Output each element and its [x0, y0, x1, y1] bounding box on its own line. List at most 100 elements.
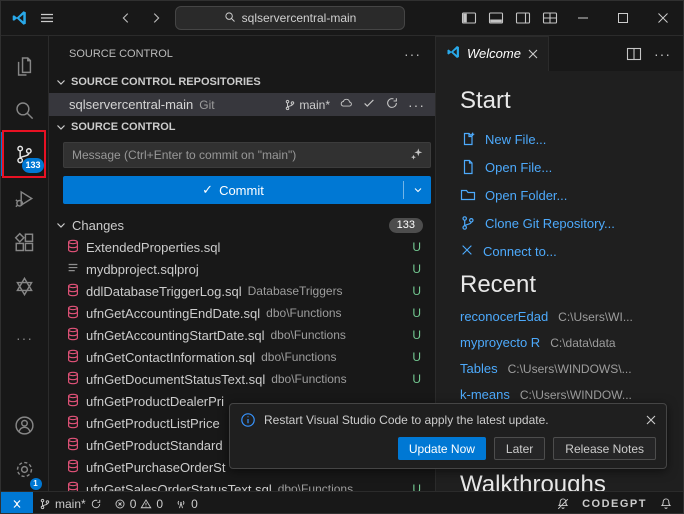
recent-item: Tables C:\Users\WINDOWS\...	[460, 361, 683, 387]
recent-item: myproyecto R C:\data\data	[460, 335, 683, 361]
new-file-link[interactable]: New File...	[460, 125, 683, 153]
activity-bar: 133 ··· 1	[1, 36, 49, 491]
refresh-icon[interactable]	[385, 96, 399, 113]
repos-section-header[interactable]: SOURCE CONTROL REPOSITORIES	[49, 71, 435, 93]
toggle-secondary-sidebar-icon[interactable]	[509, 1, 536, 35]
scm-section-header[interactable]: SOURCE CONTROL	[49, 116, 435, 138]
do-not-disturb-indicator[interactable]	[550, 492, 576, 514]
remote-indicator[interactable]	[1, 492, 33, 514]
file-row[interactable]: ufnGetAccountingStartDate.sql dbo\Functi…	[49, 324, 435, 346]
vscode-logo-icon	[446, 45, 460, 62]
file-row[interactable]: ufnGetDocumentStatusText.sql dbo\Functio…	[49, 368, 435, 390]
commit-message-box	[63, 142, 431, 168]
titlebar-center: sqlservercentral-main	[115, 6, 405, 30]
release-notes-button[interactable]: Release Notes	[553, 437, 656, 460]
toggle-sidebar-icon[interactable]	[455, 1, 482, 35]
database-file-icon	[66, 459, 80, 476]
git-status: U	[412, 306, 421, 320]
branch-indicator[interactable]: main*	[33, 492, 108, 514]
error-icon	[114, 498, 126, 510]
maximize-icon[interactable]	[603, 1, 643, 35]
toggle-panel-icon[interactable]	[482, 1, 509, 35]
split-editor-icon[interactable]	[626, 46, 642, 62]
file-row[interactable]: mydbproject.sqlproj U	[49, 258, 435, 280]
open-folder-link[interactable]: Open Folder...	[460, 181, 683, 209]
repo-branch[interactable]: main*	[284, 98, 330, 112]
connect-to-link[interactable]: Connect to...	[460, 237, 683, 265]
database-file-icon	[66, 371, 80, 388]
notifications-indicator[interactable]	[653, 492, 683, 514]
recent-link[interactable]: myproyecto R	[460, 335, 540, 350]
database-file-icon	[66, 481, 80, 492]
file-row[interactable]: ufnGetAccountingEndDate.sql dbo\Function…	[49, 302, 435, 324]
customize-layout-icon[interactable]	[536, 1, 563, 35]
search-value: sqlservercentral-main	[242, 11, 357, 25]
recent-item: reconocerEdad C:\Users\WI...	[460, 309, 683, 335]
clone-repo-link[interactable]: Clone Git Repository...	[460, 209, 683, 237]
repo-more-icon[interactable]: ···	[408, 98, 425, 112]
scm-badge: 133	[22, 158, 43, 173]
later-button[interactable]: Later	[494, 437, 545, 460]
recent-link[interactable]: reconocerEdad	[460, 309, 548, 324]
commit-check-icon[interactable]	[362, 96, 376, 113]
explorer-icon[interactable]	[1, 44, 49, 88]
chevron-down-icon	[53, 119, 69, 135]
search-view-icon[interactable]	[1, 88, 49, 132]
recent-link[interactable]: k-means	[460, 387, 510, 402]
open-file-link[interactable]: Open File...	[460, 153, 683, 181]
repo-name: sqlservercentral-main	[69, 97, 193, 112]
repository-row[interactable]: sqlservercentral-main Git main*	[49, 93, 435, 116]
source-control-icon[interactable]: 133	[1, 132, 49, 176]
notification-close-icon[interactable]	[646, 413, 656, 428]
commit-dropdown-icon[interactable]	[404, 176, 431, 204]
account-icon[interactable]	[1, 403, 49, 447]
open-folder-icon	[460, 187, 476, 203]
commit-message-input[interactable]	[70, 147, 410, 163]
bell-icon	[659, 497, 673, 511]
more-views-icon[interactable]: ···	[1, 316, 49, 360]
database-file-icon	[66, 415, 80, 432]
ai-extension-icon[interactable]	[1, 264, 49, 308]
minimize-icon[interactable]	[563, 1, 603, 35]
status-bar: main* 0 0 0 CODEGPT	[1, 491, 683, 514]
notification-message: Restart Visual Studio Code to apply the …	[264, 413, 638, 427]
forward-icon[interactable]	[145, 7, 167, 29]
codegpt-indicator[interactable]: CODEGPT	[576, 492, 653, 514]
file-row[interactable]: ddlDatabaseTriggerLog.sql DatabaseTrigge…	[49, 280, 435, 302]
database-file-icon	[66, 239, 80, 256]
ports-indicator[interactable]: 0	[169, 492, 204, 514]
tab-welcome[interactable]: Welcome	[436, 36, 549, 71]
editor-more-icon[interactable]: ···	[654, 47, 671, 61]
titlebar: sqlservercentral-main	[1, 1, 683, 36]
walkthroughs-heading: Walkthroughs	[460, 471, 606, 491]
ai-commit-message-icon[interactable]	[410, 147, 424, 164]
recent-link[interactable]: Tables	[460, 361, 498, 376]
file-row[interactable]: ufnGetSalesOrderStatusText.sql dbo\Funct…	[49, 478, 435, 491]
settings-gear-icon[interactable]: 1	[1, 447, 49, 491]
tab-close-icon[interactable]	[528, 49, 538, 59]
changes-header[interactable]: Changes 133	[49, 214, 435, 236]
database-file-icon	[66, 327, 80, 344]
commit-button[interactable]: ✓ Commit	[63, 176, 403, 204]
warning-icon	[140, 498, 152, 510]
menu-icon[interactable]	[39, 10, 55, 26]
chevron-down-icon	[53, 74, 69, 90]
info-icon	[240, 412, 256, 428]
file-row[interactable]: ufnGetContactInformation.sql dbo\Functio…	[49, 346, 435, 368]
sidebar-more-icon[interactable]: ···	[404, 47, 421, 61]
back-icon[interactable]	[115, 7, 137, 29]
command-center-search[interactable]: sqlservercentral-main	[175, 6, 405, 30]
file-row[interactable]: ExtendedProperties.sql U	[49, 236, 435, 258]
git-status: U	[412, 350, 421, 364]
run-debug-icon[interactable]	[1, 176, 49, 220]
titlebar-left	[1, 10, 65, 26]
cloud-sync-icon[interactable]	[339, 96, 353, 113]
tab-title: Welcome	[467, 46, 521, 61]
close-icon[interactable]	[643, 1, 683, 35]
remote-connect-icon	[460, 243, 474, 260]
sidebar-title: SOURCE CONTROL	[69, 48, 173, 60]
extensions-icon[interactable]	[1, 220, 49, 264]
database-file-icon	[66, 349, 80, 366]
update-now-button[interactable]: Update Now	[398, 437, 486, 460]
problems-indicator[interactable]: 0 0	[108, 492, 169, 514]
